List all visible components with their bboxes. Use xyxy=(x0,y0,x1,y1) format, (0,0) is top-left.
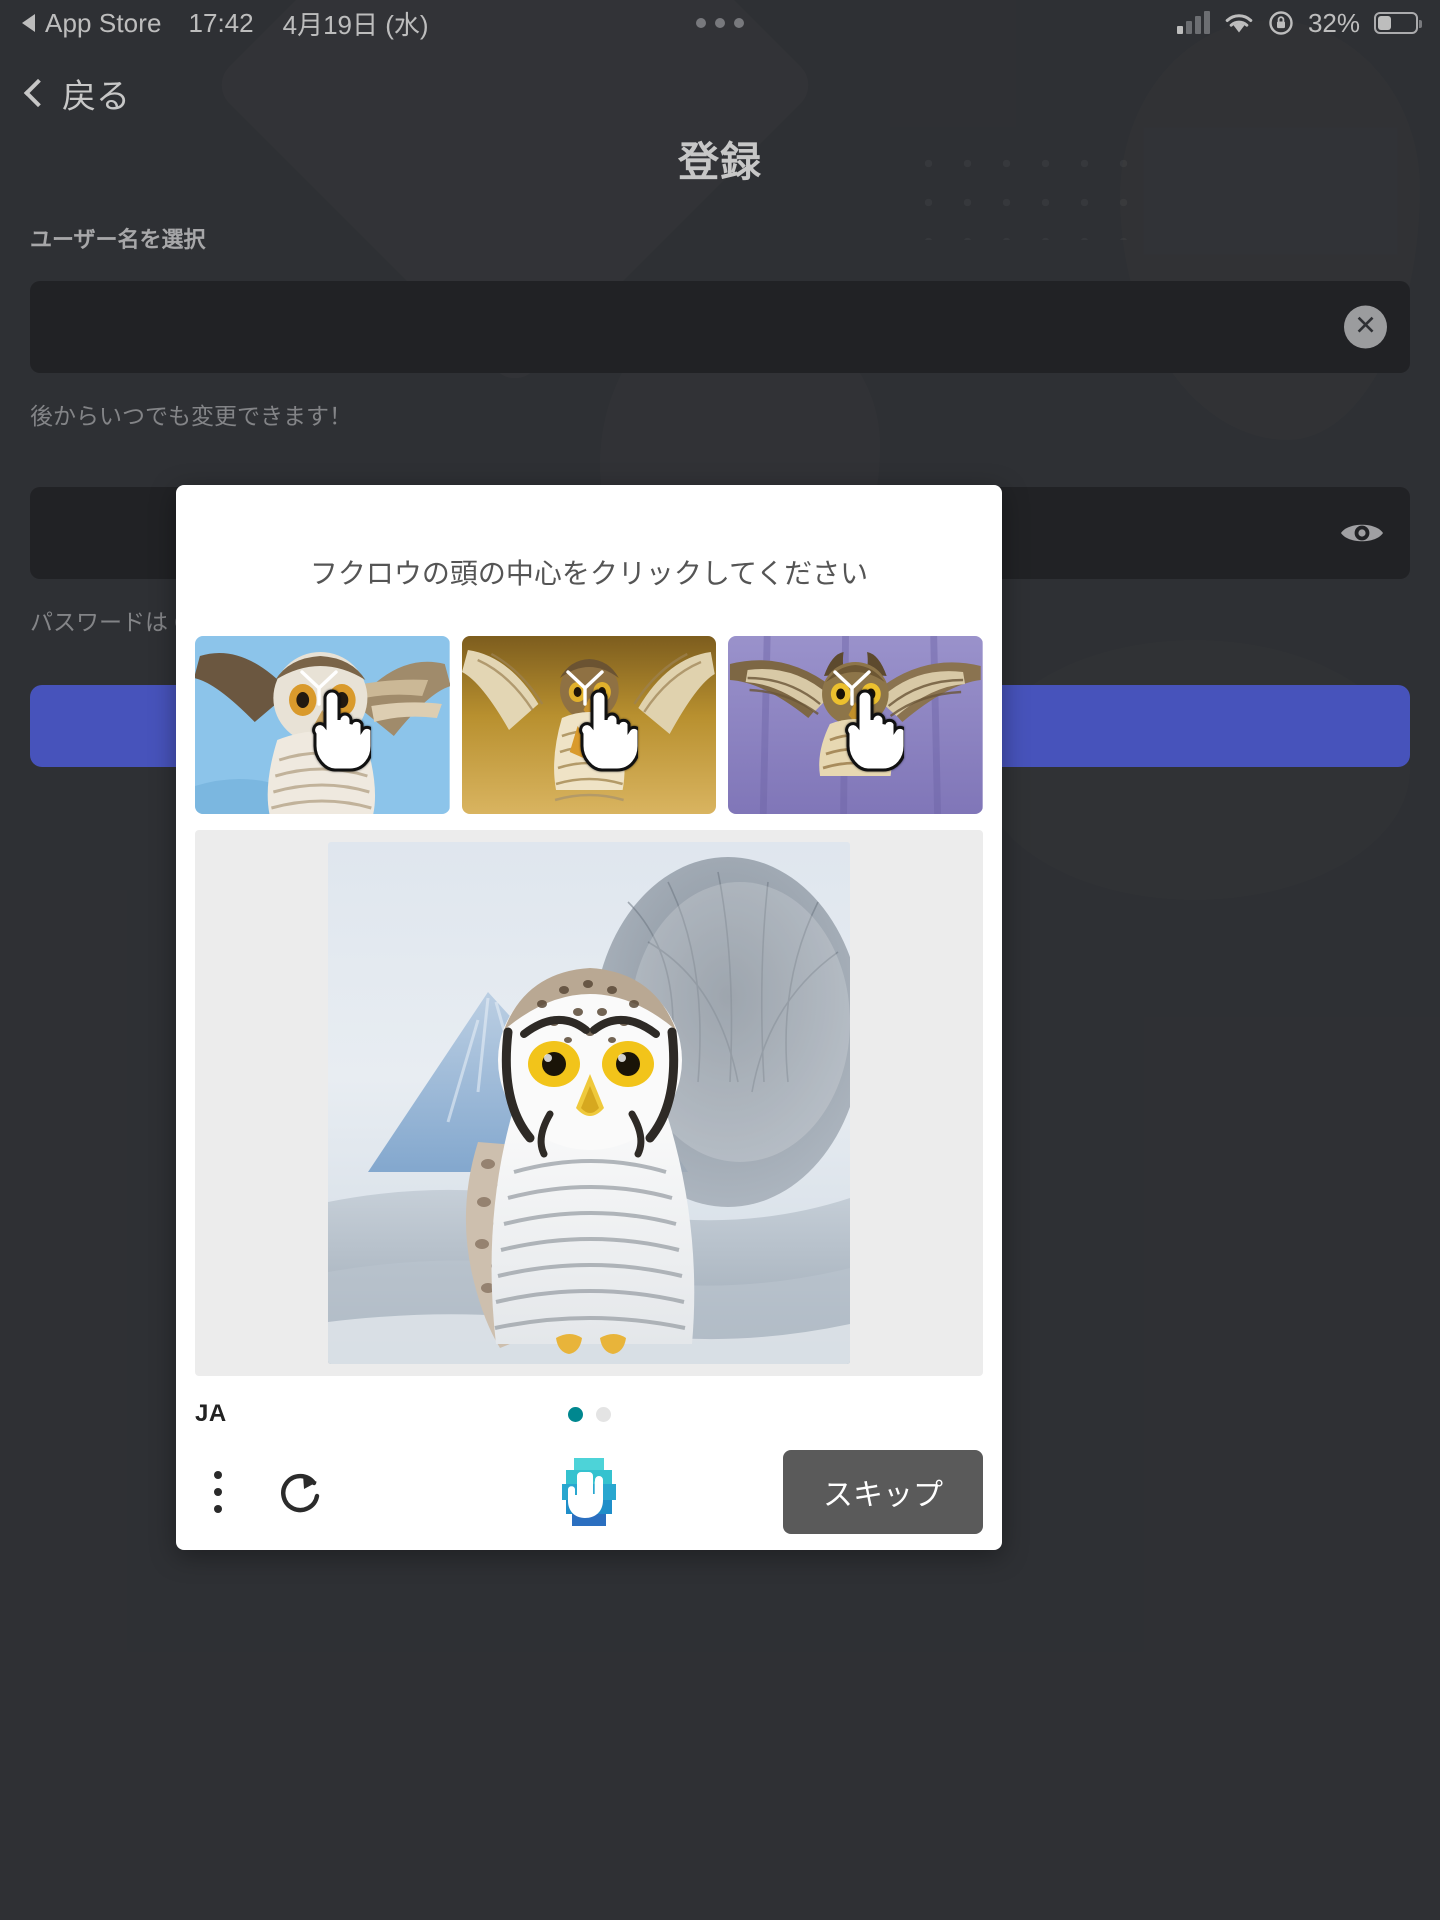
owl-example-blue-sky xyxy=(195,636,450,814)
captcha-prompt: フクロウの頭の中心をクリックしてください xyxy=(309,558,869,589)
captcha-modal: フクロウの頭の中心をクリックしてください JA スキップ xyxy=(176,485,1002,1550)
owl-example-purple xyxy=(728,636,984,814)
captcha-challenge-area[interactable] xyxy=(195,830,983,1376)
kebab-menu-icon[interactable] xyxy=(195,1463,241,1521)
captcha-example-row xyxy=(176,636,1002,814)
skip-button[interactable]: スキップ xyxy=(783,1450,983,1534)
captcha-footer-bottom: スキップ xyxy=(195,1450,983,1534)
refresh-icon[interactable] xyxy=(269,1460,333,1524)
pointing-hand-cursor-icon xyxy=(578,689,638,772)
app-screen: App Store 17:42 4月19日 (水) 32% 戻る 登録 ユーザー… xyxy=(0,0,1440,1920)
captcha-page-dots xyxy=(195,1406,983,1422)
snowy-owl-winter-mountain[interactable] xyxy=(328,842,850,1364)
captcha-language-code: JA xyxy=(195,1400,227,1427)
pointing-hand-cursor-icon xyxy=(845,689,905,772)
page-dot-2[interactable] xyxy=(595,1406,611,1422)
pointing-hand-cursor-icon xyxy=(312,689,372,772)
captcha-footer: JA スキップ xyxy=(176,1376,1002,1550)
captcha-footer-top: JA xyxy=(195,1394,983,1434)
owl-example-golden-field xyxy=(461,636,717,814)
page-dot-1[interactable] xyxy=(567,1406,583,1422)
hcaptcha-hand-logo-icon[interactable] xyxy=(558,1456,620,1528)
